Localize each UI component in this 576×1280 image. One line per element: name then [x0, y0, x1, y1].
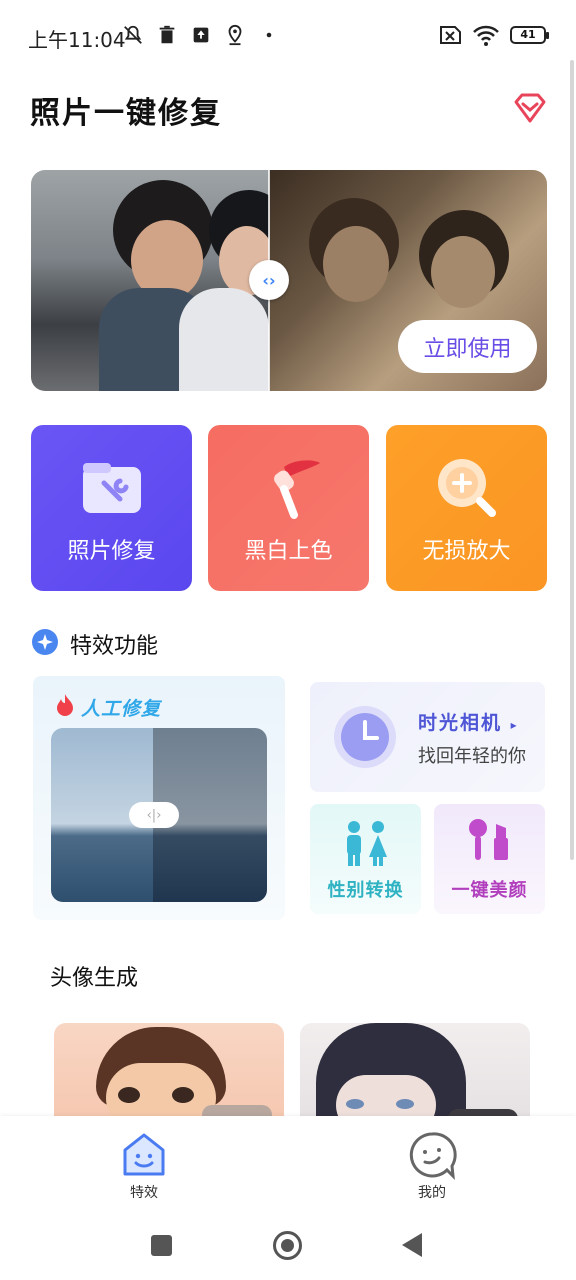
status-icons-left [122, 24, 280, 46]
tile-upscale[interactable]: 无损放大 [386, 425, 547, 591]
profile-smile-icon [409, 1132, 457, 1180]
manual-repair-label: 人工修复 [81, 698, 162, 720]
hero-banner[interactable]: ‹› 立即使用 [31, 170, 547, 391]
use-now-button[interactable]: 立即使用 [398, 320, 537, 373]
flame-icon [57, 694, 73, 716]
scrollbar[interactable] [570, 60, 574, 860]
trash-icon [159, 25, 175, 44]
gender-icon [347, 821, 387, 866]
time-camera-card[interactable]: 时光相机 ▸ 找回年轻的你 [310, 682, 545, 792]
nav-profile[interactable]: 我的 [382, 1130, 482, 1202]
manual-repair-preview: ‹|› [51, 728, 267, 902]
tile-colorize[interactable]: 黑白上色 [208, 425, 369, 591]
nav-label: 我的 [418, 1185, 446, 1201]
gender-swap-card[interactable]: 性别转换 [310, 804, 421, 914]
clock-icon [334, 706, 396, 768]
wifi-icon [473, 25, 499, 46]
home-smile-icon [123, 1133, 165, 1176]
mute-icon [124, 25, 142, 44]
status-icons-right: 41 [438, 24, 549, 46]
nav-label: 特效 [130, 1185, 158, 1201]
tile-photo-repair[interactable]: 照片修复 [31, 425, 192, 591]
system-navigation [0, 1212, 576, 1280]
chevron-right-icon: ▸ [510, 718, 519, 732]
compare-slider-handle[interactable]: ‹› [249, 260, 289, 300]
tile-label: 照片修复 [67, 539, 156, 564]
home-icon[interactable] [273, 1231, 302, 1260]
sim-icon [440, 26, 461, 44]
manual-repair-card[interactable]: 人工修复 ‹|› [33, 676, 285, 920]
diamond-icon[interactable] [512, 92, 548, 124]
status-time: 上午11:04 [28, 28, 126, 52]
battery-icon: 41 [510, 26, 549, 44]
beauty-card[interactable]: 一键美颜 [434, 804, 545, 914]
recent-apps-icon[interactable] [151, 1235, 172, 1256]
tile-label: 黑白上色 [244, 539, 333, 564]
avatar-card[interactable] [300, 1023, 530, 1116]
back-icon[interactable] [402, 1233, 422, 1257]
nav-effects[interactable]: 特效 [94, 1130, 194, 1202]
repair-folder-icon [83, 463, 141, 513]
gender-swap-label: 性别转换 [327, 880, 404, 901]
time-camera-title: 时光相机 ▸ [418, 712, 519, 734]
makeup-icon [469, 819, 508, 860]
magnifier-plus-icon [438, 459, 496, 517]
avatar-section-title: 头像生成 [50, 966, 139, 991]
effects-section-title: 特效功能 [70, 634, 159, 659]
paintbrush-icon [274, 460, 320, 519]
bottom-navigation: 特效 我的 [0, 1116, 576, 1212]
compare-slider-handle[interactable]: ‹|› [129, 802, 179, 828]
status-bar: 上午11:04 41 [0, 0, 576, 72]
hero-after-photo [31, 170, 289, 391]
time-camera-subtitle: 找回年轻的你 [418, 746, 526, 767]
beauty-label: 一键美颜 [451, 880, 528, 901]
sparkle-icon [32, 629, 58, 655]
page-title: 照片一键修复 [30, 96, 222, 131]
avatar-card[interactable] [54, 1023, 284, 1116]
upload-icon [193, 27, 209, 43]
dot-icon [266, 32, 272, 38]
tile-label: 无损放大 [422, 539, 511, 564]
location-icon [228, 24, 242, 46]
